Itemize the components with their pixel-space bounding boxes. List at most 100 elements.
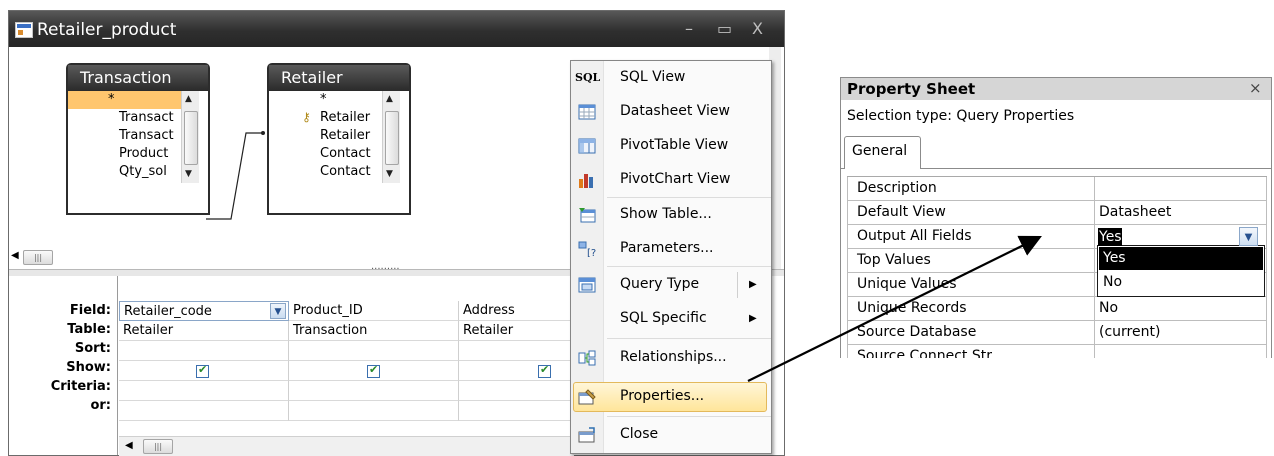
sort-cell[interactable]: [119, 341, 289, 361]
row-label-or: or:: [90, 398, 111, 413]
show-checkbox[interactable]: [538, 363, 551, 378]
grid-label-divider: [117, 276, 118, 455]
criteria-cell[interactable]: [119, 381, 289, 401]
menu-separator: [607, 338, 771, 339]
table-cell[interactable]: Transaction: [289, 321, 459, 341]
sort-cell[interactable]: [289, 341, 459, 361]
pivotchart-icon: [579, 174, 593, 188]
scroll-left-arrow-icon[interactable]: ◀: [11, 250, 19, 261]
query-type-icon: [578, 277, 596, 293]
property-name: Default View: [847, 201, 1095, 224]
close-query-icon: [578, 427, 595, 443]
menu-item-pivotchart-view[interactable]: PivotChart View: [571, 163, 771, 197]
or-cell[interactable]: [459, 401, 571, 421]
menu-item-show-table[interactable]: Show Table...: [571, 198, 771, 232]
menu-item-parameters[interactable]: [?] Parameters...: [571, 232, 771, 266]
scroll-thumb[interactable]: |||: [23, 250, 53, 265]
show-table-icon: [579, 208, 596, 223]
show-checkbox[interactable]: [367, 363, 380, 378]
close-icon[interactable]: ×: [1249, 79, 1262, 97]
pivottable-icon: [578, 138, 596, 154]
minimize-button[interactable]: –: [685, 19, 693, 38]
property-value[interactable]: [1095, 345, 1267, 358]
scroll-thumb[interactable]: |||: [143, 439, 173, 454]
menu-item-sql-view[interactable]: SQL SQL View: [571, 61, 771, 95]
field-cell[interactable]: Product_ID: [289, 301, 459, 321]
combobox-current-value[interactable]: Yes: [1098, 228, 1122, 246]
field-dropdown-button[interactable]: ▼: [270, 303, 286, 319]
menu-separator: [607, 266, 771, 267]
datasheet-icon: [578, 104, 596, 120]
relationship-join-line[interactable]: [9, 47, 569, 269]
dropdown-option-no[interactable]: No: [1099, 271, 1263, 294]
field-cell[interactable]: Retailer_code: [119, 301, 289, 321]
splitter-grip[interactable]: ·········: [371, 264, 400, 275]
context-menu: SQL SQL View Datasheet View PivotTable V…: [570, 60, 772, 454]
row-label-sort: Sort:: [74, 341, 111, 356]
relationships-icon: [578, 350, 596, 366]
property-value[interactable]: No: [1095, 297, 1267, 320]
design-horizontal-scrollbar[interactable]: ◀ |||: [9, 248, 269, 266]
menu-item-relationships[interactable]: Relationships...: [571, 341, 771, 375]
property-row[interactable]: Unique Records No: [847, 297, 1267, 321]
submenu-arrow-icon: ▶: [749, 279, 757, 290]
menu-item-properties[interactable]: Properties...: [571, 380, 771, 414]
property-row[interactable]: Source Connect Str: [847, 345, 1267, 358]
property-sheet-header: Property Sheet ×: [841, 78, 1271, 100]
menu-item-sql-specific[interactable]: SQL Specific ▶: [571, 302, 771, 336]
property-name: Source Connect Str: [847, 345, 1095, 358]
sql-icon: SQL: [575, 71, 601, 84]
menu-item-label: Properties...: [620, 388, 705, 404]
menu-item-close[interactable]: Close: [571, 418, 771, 452]
submenu-divider: [737, 272, 738, 298]
property-value[interactable]: Datasheet: [1095, 201, 1267, 224]
close-window-button[interactable]: X: [752, 19, 763, 38]
menu-item-label: Close: [620, 426, 659, 442]
menu-item-label: Parameters...: [620, 240, 714, 256]
menu-item-label: PivotTable View: [620, 137, 729, 153]
menu-item-label: Show Table...: [620, 206, 712, 222]
chevron-down-icon[interactable]: ▼: [1239, 227, 1258, 246]
maximize-button[interactable]: ▭: [717, 19, 732, 38]
property-sheet-title: Property Sheet: [847, 80, 976, 98]
submenu-arrow-icon: ▶: [749, 313, 757, 324]
menu-item-label: Datasheet View: [620, 103, 730, 119]
window-title: Retailer_product: [37, 20, 177, 40]
property-row[interactable]: Description: [847, 177, 1267, 201]
menu-item-label: Query Type: [620, 276, 700, 292]
menu-item-query-type[interactable]: Query Type ▶: [571, 268, 771, 302]
criteria-cell[interactable]: [289, 381, 459, 401]
menu-item-datasheet-view[interactable]: Datasheet View: [571, 95, 771, 129]
dropdown-option-yes[interactable]: Yes: [1099, 247, 1263, 270]
svg-text:[?]: [?]: [587, 248, 596, 257]
menu-item-pivottable-view[interactable]: PivotTable View: [571, 129, 771, 163]
table-cell[interactable]: Retailer: [459, 321, 571, 341]
or-cell[interactable]: [289, 401, 459, 421]
show-checkbox[interactable]: [196, 363, 209, 378]
property-name: Source Database: [847, 321, 1095, 344]
property-name: Output All Fields: [847, 225, 1095, 248]
field-cell[interactable]: Address: [459, 301, 571, 321]
window-titlebar[interactable]: Retailer_product – ▭ X: [9, 11, 784, 47]
property-row[interactable]: Source Database (current): [847, 321, 1267, 345]
properties-icon: [578, 389, 596, 405]
criteria-cell[interactable]: [459, 381, 571, 401]
row-label-criteria: Criteria:: [50, 379, 111, 394]
property-name: Unique Records: [847, 297, 1095, 320]
scroll-left-arrow-icon[interactable]: ◀: [125, 440, 133, 451]
property-name: Unique Values: [847, 273, 1095, 296]
property-value[interactable]: (current): [1095, 321, 1267, 344]
tab-general-label: General: [852, 143, 908, 159]
tab-general[interactable]: General: [844, 136, 921, 169]
sort-cell[interactable]: [459, 341, 571, 361]
menu-item-label: PivotChart View: [620, 171, 731, 187]
table-cell[interactable]: Retailer: [119, 321, 289, 341]
or-cell[interactable]: [119, 401, 289, 421]
property-value[interactable]: [1095, 177, 1267, 200]
property-grid: Description Default View Datasheet Outpu…: [847, 176, 1267, 358]
grid-horizontal-scrollbar[interactable]: ◀ |||: [119, 436, 574, 456]
menu-item-label: Relationships...: [620, 349, 727, 365]
property-row[interactable]: Default View Datasheet: [847, 201, 1267, 225]
property-sheet: Property Sheet × Selection type: Query P…: [840, 77, 1272, 358]
row-label-show: Show:: [66, 360, 111, 375]
